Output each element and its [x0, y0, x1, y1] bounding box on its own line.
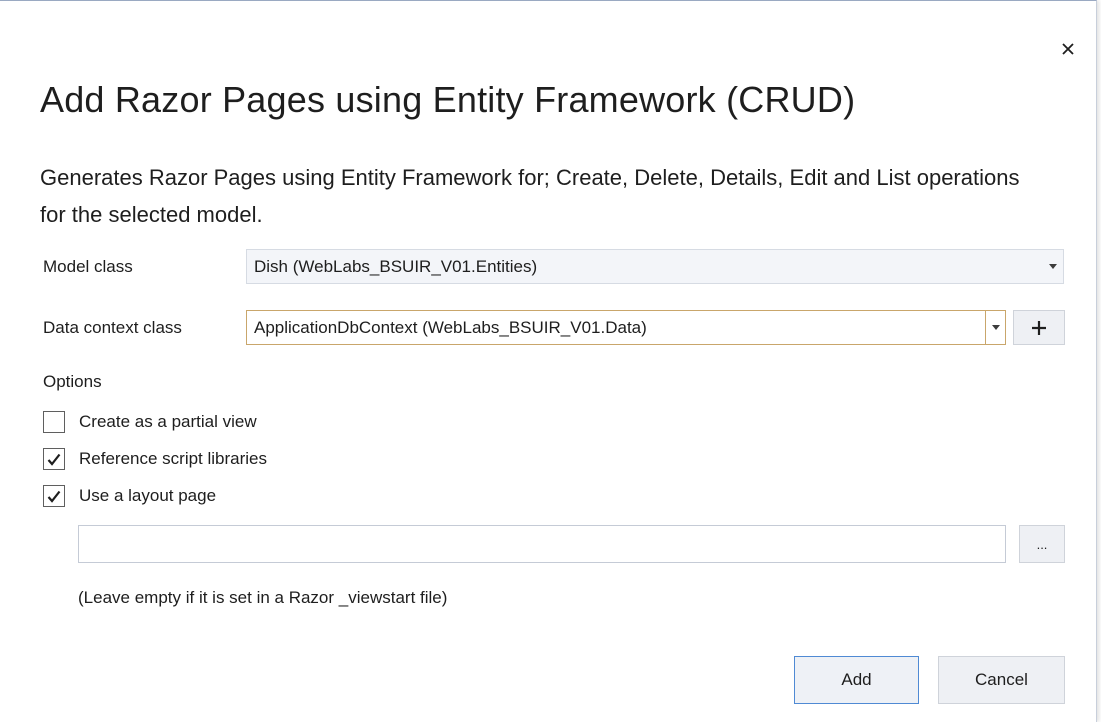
options-heading: Options [43, 372, 102, 391]
partial-view-label: Create as a partial view [79, 412, 257, 431]
script-libraries-label: Reference script libraries [79, 449, 268, 468]
data-context-class-label: Data context class [43, 318, 182, 337]
script-libraries-checkbox[interactable] [43, 448, 65, 470]
add-data-context-button[interactable] [1013, 310, 1065, 345]
close-button[interactable] [1055, 36, 1081, 62]
add-button[interactable]: Add [794, 656, 919, 704]
script-libraries-option[interactable]: Reference script libraries [43, 448, 267, 470]
checkmark-icon [47, 453, 61, 466]
model-class-value: Dish (WebLabs_BSUIR_V01.Entities) [254, 256, 538, 276]
layout-page-option[interactable]: Use a layout page [43, 485, 216, 507]
layout-page-label: Use a layout page [79, 486, 217, 505]
data-context-class-value: ApplicationDbContext (WebLabs_BSUIR_V01.… [254, 317, 647, 337]
partial-view-checkbox[interactable] [43, 411, 65, 433]
close-icon [1062, 43, 1074, 55]
layout-page-hint: (Leave empty if it is set in a Razor _vi… [78, 588, 448, 607]
dropdown-arrow-icon[interactable] [1043, 250, 1063, 283]
partial-view-option[interactable]: Create as a partial view [43, 411, 257, 433]
layout-page-path-input[interactable] [78, 525, 1006, 563]
data-context-class-combobox[interactable]: ApplicationDbContext (WebLabs_BSUIR_V01.… [246, 310, 1006, 345]
browse-layout-button[interactable]: ... [1019, 525, 1065, 563]
dialog-title: Add Razor Pages using Entity Framework (… [40, 79, 856, 120]
cancel-button[interactable]: Cancel [938, 656, 1065, 704]
layout-page-checkbox[interactable] [43, 485, 65, 507]
model-class-label: Model class [43, 257, 133, 276]
dropdown-arrow-icon[interactable] [985, 311, 1005, 344]
checkmark-icon [47, 490, 61, 503]
dialog-description: Generates Razor Pages using Entity Frame… [40, 165, 1020, 227]
add-razor-pages-dialog: Add Razor Pages using Entity Framework (… [0, 0, 1097, 722]
model-class-combobox[interactable]: Dish (WebLabs_BSUIR_V01.Entities) [246, 249, 1064, 284]
plus-icon [1032, 320, 1046, 335]
